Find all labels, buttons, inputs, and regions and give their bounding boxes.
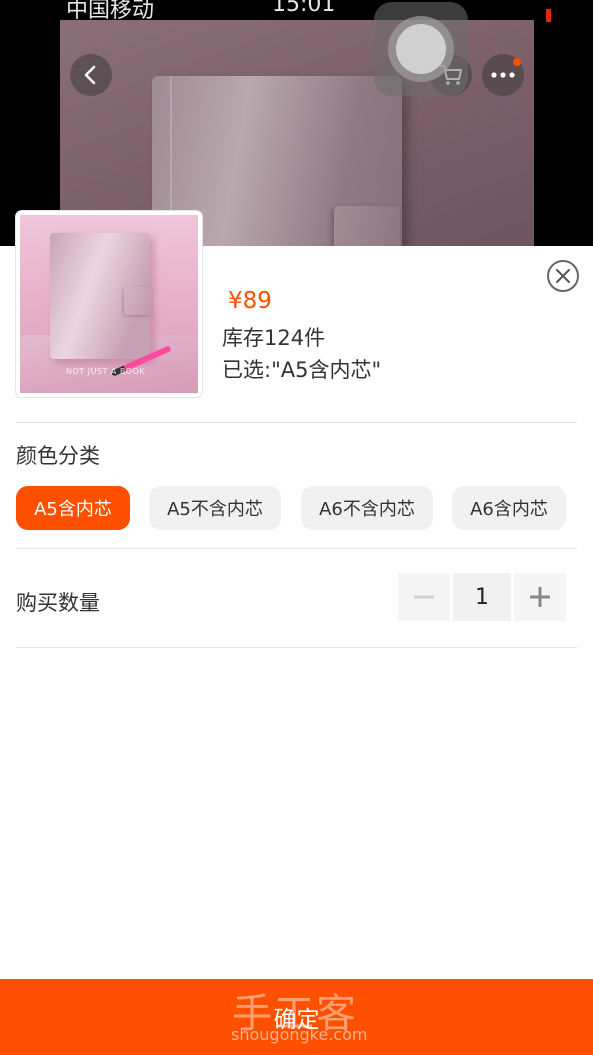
- option-a5-without-insert[interactable]: A5不含内芯: [149, 486, 281, 530]
- color-section-title: 颜色分类: [16, 444, 100, 468]
- quantity-stepper: 1: [398, 573, 566, 621]
- divider: [16, 647, 577, 648]
- notification-dot: [513, 58, 521, 66]
- option-a6-with-insert[interactable]: A6含内芯: [452, 486, 566, 530]
- color-options: A5含内芯 A5不含内芯 A6不含内芯 A6含内芯: [16, 486, 577, 530]
- quantity-value[interactable]: 1: [453, 573, 511, 621]
- status-time: 15:01: [272, 0, 336, 17]
- close-icon: [556, 269, 570, 283]
- quantity-label: 购买数量: [16, 591, 100, 615]
- divider: [16, 548, 577, 549]
- status-carrier: 中国移动: [66, 0, 155, 23]
- back-button[interactable]: [70, 54, 112, 96]
- product-price: ¥89: [228, 288, 272, 314]
- option-a5-with-insert[interactable]: A5含内芯: [16, 486, 130, 530]
- thumbnail-watermark: NOT JUST A BOOK: [66, 367, 146, 376]
- option-a6-without-insert[interactable]: A6不含内芯: [301, 486, 433, 530]
- chevron-left-icon: [84, 65, 96, 85]
- increment-button[interactable]: [514, 573, 566, 621]
- plus-icon: [530, 587, 550, 607]
- battery-icon: [546, 9, 551, 22]
- divider: [16, 422, 577, 423]
- stock-count: 库存124件: [222, 326, 326, 350]
- minus-icon: [414, 595, 434, 599]
- confirm-button[interactable]: 手工客 确定 shougongke.com: [0, 979, 593, 1055]
- close-button[interactable]: [547, 260, 579, 292]
- assistive-touch-button[interactable]: [374, 2, 468, 96]
- confirm-label: 确定: [273, 1007, 320, 1033]
- ellipsis-icon: [491, 72, 515, 78]
- product-photo-backdrop: 中国移动 15:01: [0, 0, 593, 246]
- product-thumbnail[interactable]: NOT JUST A BOOK: [16, 211, 202, 397]
- decrement-button[interactable]: [398, 573, 450, 621]
- selected-sku: 已选:"A5含内芯": [222, 358, 382, 382]
